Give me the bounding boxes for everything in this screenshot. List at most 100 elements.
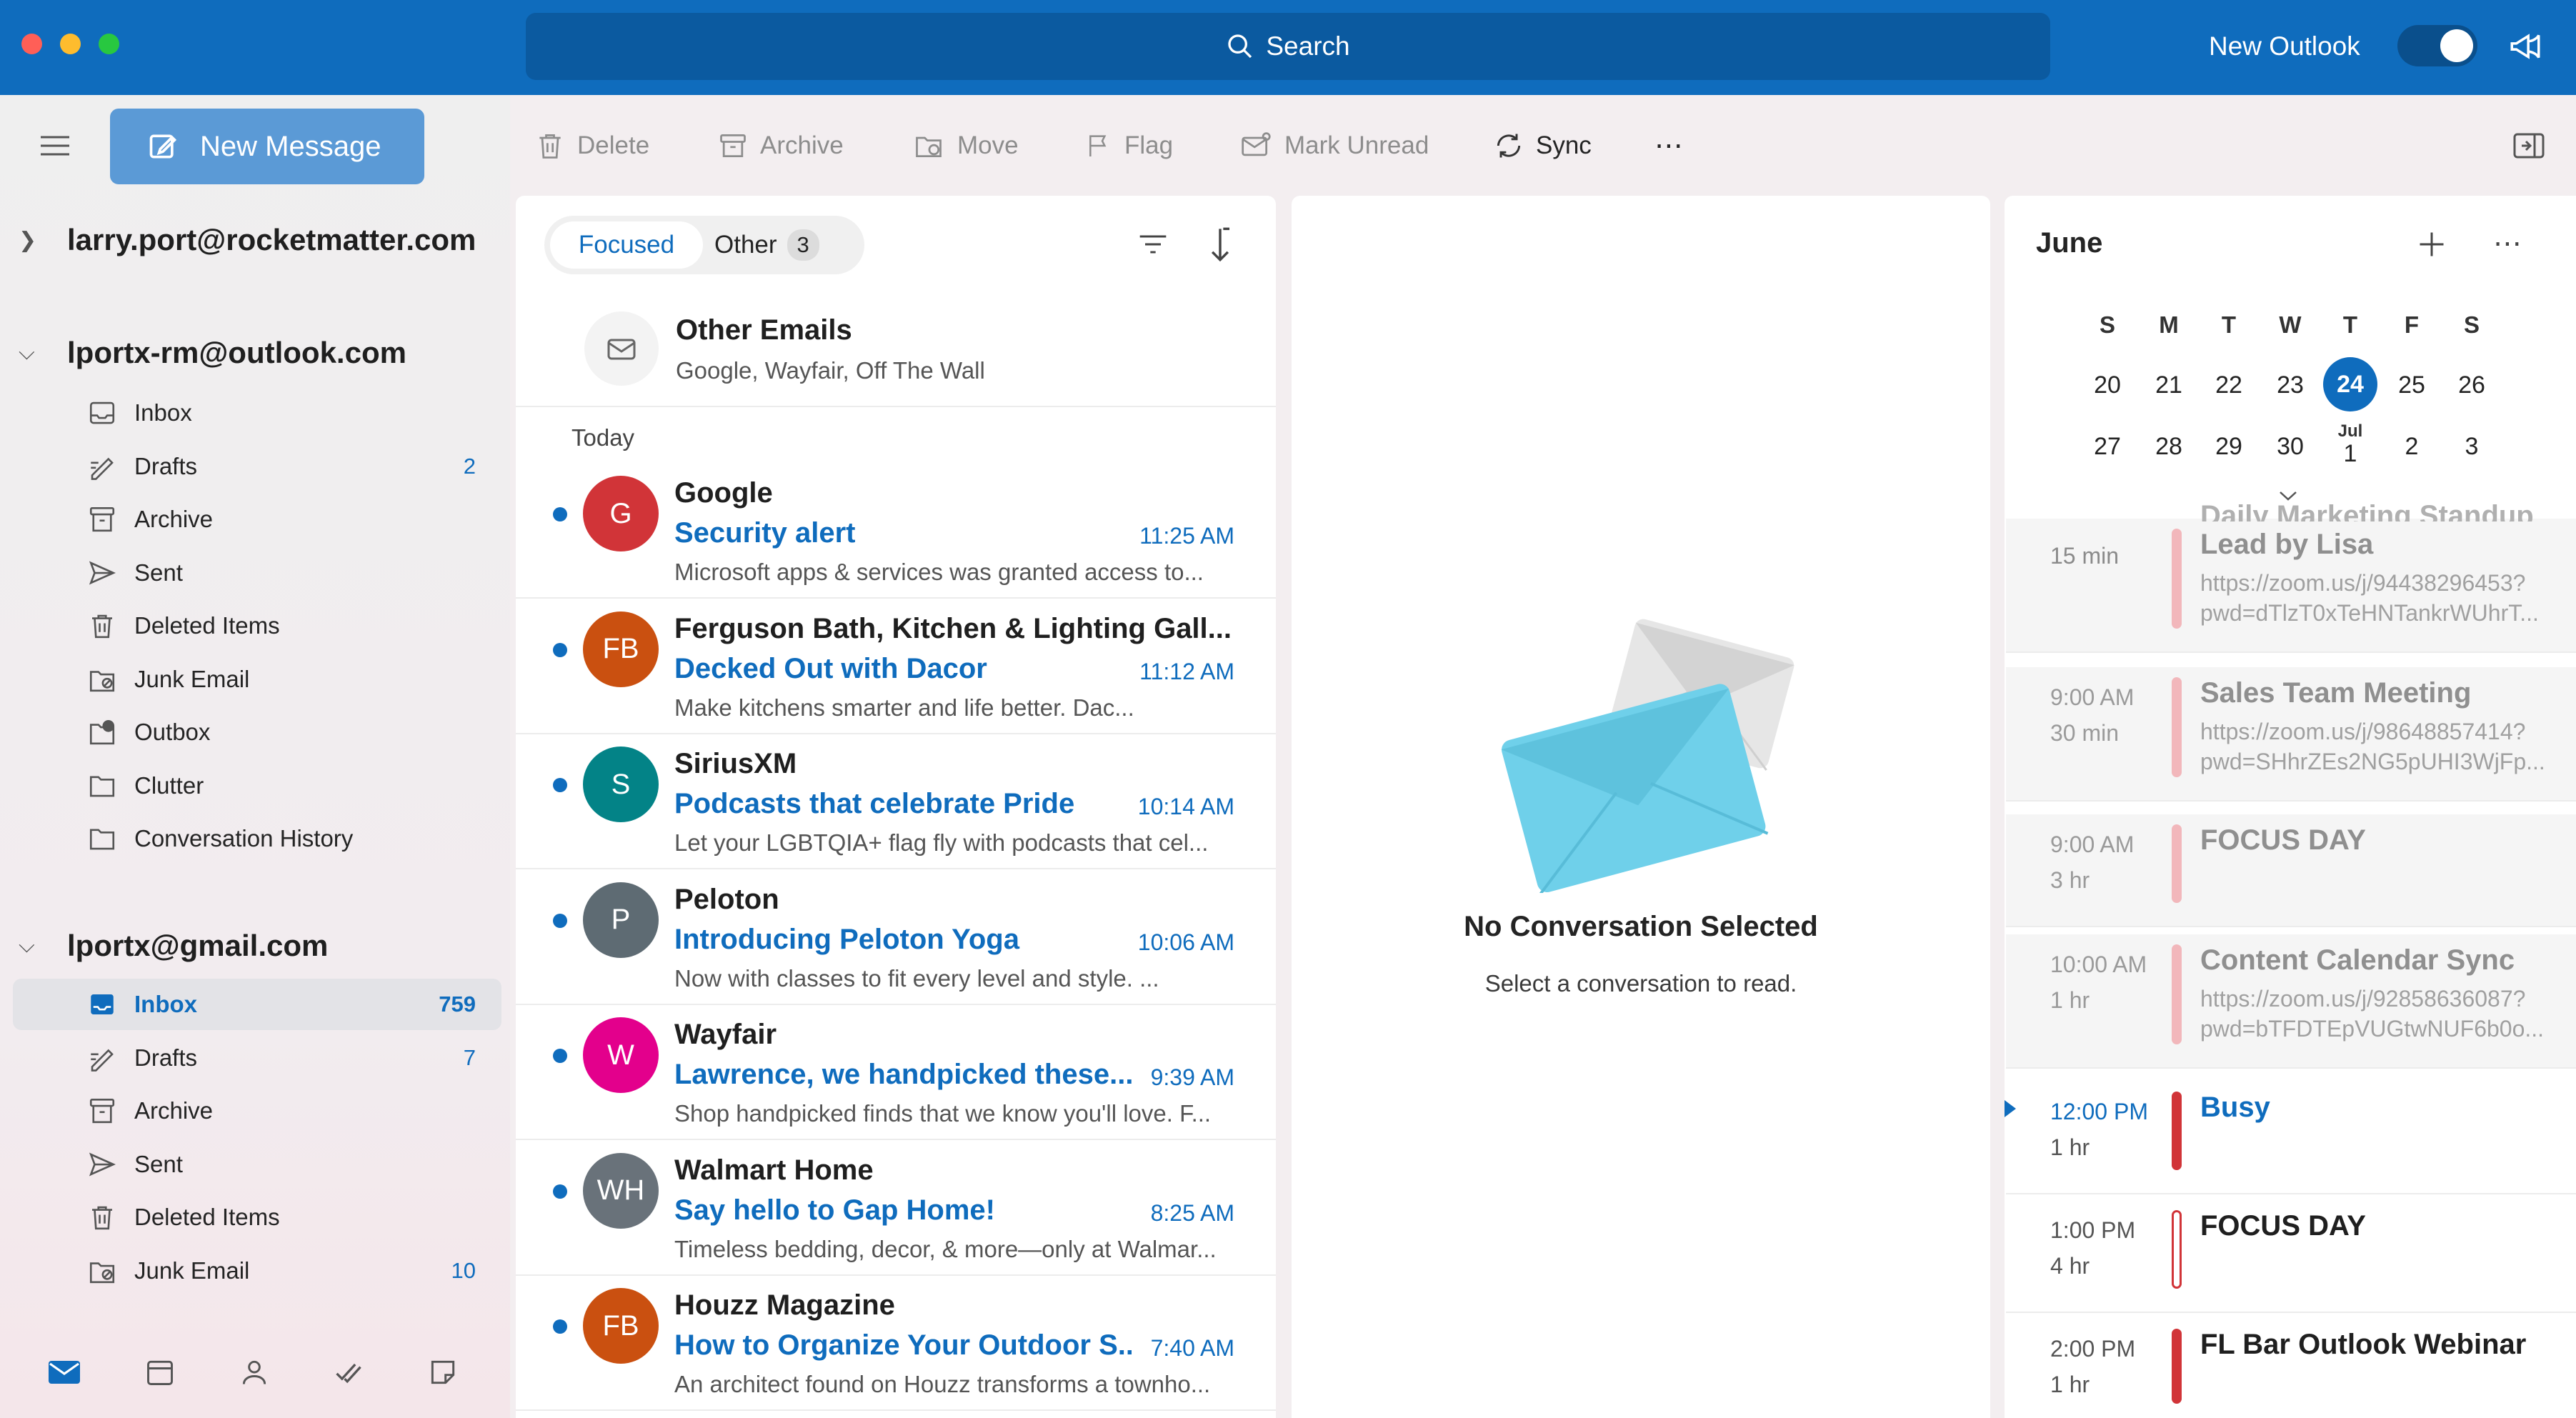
sender-avatar: W bbox=[583, 1017, 659, 1093]
filter-icon[interactable] bbox=[1137, 230, 1169, 259]
calendar-day[interactable]: 3 bbox=[2443, 433, 2500, 461]
tab-focused[interactable]: Focused bbox=[550, 221, 703, 269]
calendar-day[interactable]: 23 bbox=[2262, 371, 2319, 399]
other-emails-title[interactable]: Other Emails bbox=[676, 314, 852, 346]
unread-count: 10 bbox=[451, 1257, 476, 1283]
mail-icon[interactable] bbox=[47, 1358, 81, 1387]
tab-other[interactable]: Other 3 bbox=[714, 221, 819, 269]
folder-deleted-items[interactable]: Deleted Items bbox=[13, 600, 501, 651]
tasks-icon[interactable] bbox=[333, 1357, 364, 1388]
close-window-button[interactable] bbox=[21, 34, 42, 54]
new-outlook-toggle[interactable] bbox=[2397, 25, 2477, 66]
hamburger-menu-icon[interactable] bbox=[37, 131, 73, 160]
account-header-rocketmatter[interactable]: ❯ larry.port@rocketmatter.com bbox=[19, 223, 476, 257]
event-link[interactable]: https://zoom.us/j/94438296453? bbox=[2200, 570, 2576, 596]
event-color-bar bbox=[2172, 529, 2182, 629]
folder-clutter[interactable]: Clutter bbox=[13, 760, 501, 812]
junk-icon bbox=[84, 665, 120, 694]
zoom-window-button[interactable] bbox=[99, 34, 119, 54]
weekday-header: F bbox=[2404, 311, 2420, 338]
archive-icon bbox=[84, 505, 120, 534]
folder-drafts[interactable]: Drafts 2 bbox=[13, 441, 501, 492]
add-event-icon[interactable] bbox=[2416, 229, 2447, 260]
junk-icon bbox=[84, 1257, 120, 1285]
folder-drafts[interactable]: Drafts 7 bbox=[13, 1032, 501, 1084]
unread-dot bbox=[553, 642, 567, 657]
move-button[interactable]: Move bbox=[912, 127, 1019, 164]
unread-dot bbox=[553, 1319, 567, 1334]
month-abbrev-label: Jul bbox=[2337, 421, 2363, 441]
feedback-megaphone-icon[interactable] bbox=[2507, 29, 2543, 64]
sync-button[interactable]: Sync bbox=[1493, 127, 1592, 164]
archive-button[interactable]: Archive bbox=[717, 127, 844, 164]
folder-label: Sent bbox=[134, 1150, 183, 1177]
people-icon[interactable] bbox=[239, 1357, 270, 1388]
unread-dot bbox=[553, 913, 567, 928]
calendar-day[interactable]: 20 bbox=[2079, 371, 2136, 399]
folder-sent[interactable]: Sent bbox=[13, 547, 501, 599]
calendar-day[interactable]: 26 bbox=[2443, 371, 2500, 399]
calendar-day[interactable]: 1 bbox=[2322, 440, 2379, 468]
event-link-cont: pwd=SHhrZEs2NG5pUHI3WjFp... bbox=[2200, 749, 2545, 774]
calendar-day[interactable]: 27 bbox=[2079, 433, 2136, 461]
folder-archive[interactable]: Archive bbox=[13, 1085, 501, 1137]
search-label: Search bbox=[1266, 31, 1350, 61]
divider bbox=[516, 597, 1276, 599]
message-time: 8:25 AM bbox=[1150, 1199, 1234, 1226]
event-link[interactable]: https://zoom.us/j/92858636087? bbox=[2200, 986, 2576, 1012]
archive-icon bbox=[720, 134, 746, 158]
calendar-month[interactable]: June bbox=[2036, 227, 2102, 259]
delete-label: Delete bbox=[577, 131, 650, 159]
calendar-day[interactable]: 29 bbox=[2200, 433, 2257, 461]
toggle-knob bbox=[2440, 29, 2473, 62]
calendar-day[interactable]: 30 bbox=[2262, 433, 2319, 461]
calendar-day-today[interactable]: 24 bbox=[2323, 357, 2377, 411]
drafts-icon bbox=[84, 452, 120, 481]
sender-avatar: G bbox=[583, 476, 659, 551]
message-preview: An architect found on Houzz transforms a… bbox=[674, 1371, 1211, 1397]
calendar-icon[interactable] bbox=[144, 1357, 176, 1388]
folder-deleted-items[interactable]: Deleted Items bbox=[13, 1192, 501, 1243]
flag-button[interactable]: Flag bbox=[1084, 127, 1173, 164]
event-title: FL Bar Outlook Webinar bbox=[2200, 1329, 2527, 1360]
notes-icon[interactable] bbox=[427, 1357, 459, 1388]
account-email: lportx-rm@outlook.com bbox=[67, 336, 406, 369]
toggle-pane-icon[interactable] bbox=[2512, 130, 2546, 161]
account-header-outlook[interactable]: ⌵ lportx-rm@outlook.com bbox=[19, 336, 406, 370]
search-bar[interactable]: Search bbox=[526, 13, 2050, 80]
folder-inbox[interactable]: Inbox bbox=[13, 387, 501, 439]
calendar-day[interactable]: 28 bbox=[2140, 433, 2197, 461]
more-actions-button[interactable]: ⋯ bbox=[1654, 127, 1684, 164]
envelope-stack-icon bbox=[607, 339, 636, 360]
minimize-window-button[interactable] bbox=[60, 34, 81, 54]
event-link[interactable]: https://zoom.us/j/98648857414? bbox=[2200, 719, 2576, 745]
account-header-gmail[interactable]: ⌵ lportx@gmail.com bbox=[19, 929, 328, 963]
message-sender: SiriusXM bbox=[674, 748, 797, 779]
event-color-bar bbox=[2172, 677, 2182, 777]
calendar-more-button[interactable]: ⋯ bbox=[2493, 227, 2522, 260]
sent-icon bbox=[84, 559, 120, 587]
sort-icon[interactable] bbox=[1207, 226, 1233, 263]
folder-junk-email[interactable]: Junk Email 10 bbox=[13, 1245, 501, 1297]
folder-junk-email[interactable]: Junk Email bbox=[13, 654, 501, 705]
message-subject: Say hello to Gap Home! bbox=[674, 1194, 995, 1226]
folder-outbox[interactable]: Outbox bbox=[13, 706, 501, 758]
calendar-day[interactable]: 22 bbox=[2200, 371, 2257, 399]
divider bbox=[516, 1139, 1276, 1140]
calendar-day[interactable]: 21 bbox=[2140, 371, 2197, 399]
new-message-button[interactable]: New Message bbox=[110, 109, 424, 184]
folder-inbox[interactable]: Inbox 759 bbox=[13, 979, 501, 1030]
folder-archive[interactable]: Archive bbox=[13, 494, 501, 545]
event-duration: 3 hr bbox=[2050, 867, 2090, 893]
folder-conversation-history[interactable]: Conversation History bbox=[13, 813, 501, 864]
calendar-day[interactable]: 25 bbox=[2383, 371, 2440, 399]
calendar-day[interactable]: 2 bbox=[2383, 433, 2440, 461]
mark-unread-button[interactable]: Mark Unread bbox=[1239, 127, 1429, 164]
message-sender: Ferguson Bath, Kitchen & Lighting Gall..… bbox=[674, 612, 1232, 644]
delete-button[interactable]: Delete bbox=[534, 127, 649, 164]
folder-sent[interactable]: Sent bbox=[13, 1139, 501, 1190]
event-title: Content Calendar Sync bbox=[2200, 944, 2515, 976]
folder-label: Drafts bbox=[134, 1044, 198, 1071]
folder-label: Sent bbox=[134, 559, 183, 586]
divider bbox=[516, 406, 1276, 407]
